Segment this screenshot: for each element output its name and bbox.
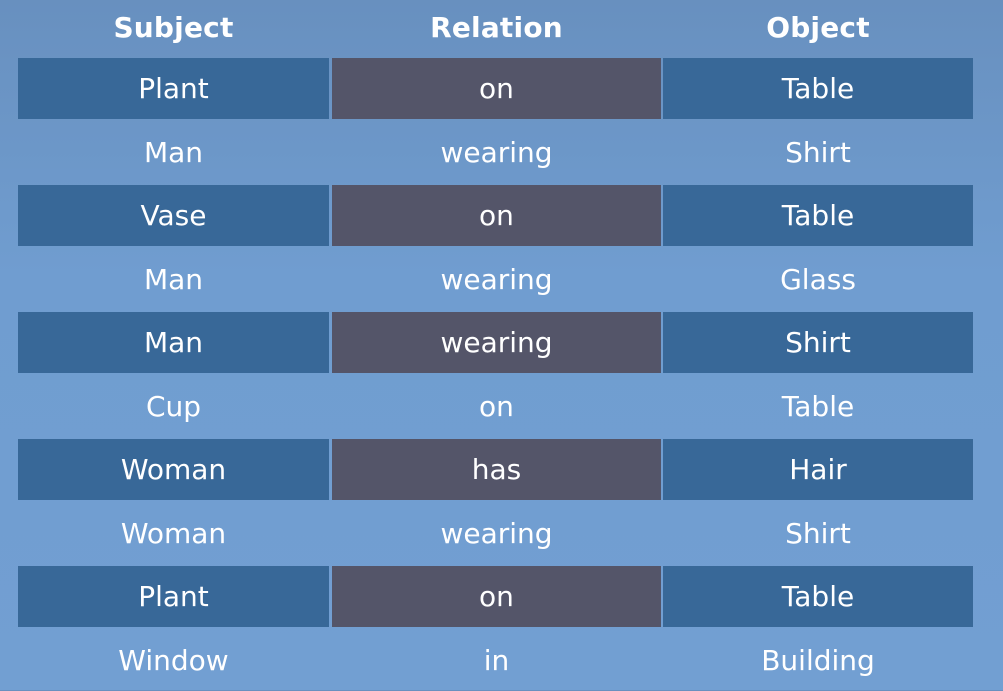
table-header: Subject Relation Object [0,0,1003,56]
object-cell: Table [663,566,973,627]
relation-cell: on [332,185,661,246]
subject-cell: Plant [18,566,329,627]
object-cell: Table [781,389,855,423]
table-row: Cup on Table [0,376,1003,437]
subject-cell: Man [18,312,329,373]
object-cell: Glass [780,262,856,296]
subject-cell: Man [143,262,204,296]
subject-cell: Woman [18,439,329,500]
relation-cell: wearing [440,135,553,169]
relation-cell: on [479,389,514,423]
table-row: Woman wearing Shirt [0,503,1003,564]
object-cell: Table [663,58,973,119]
table-row: Vase on Table [0,185,1003,246]
header-subject: Subject [113,11,234,44]
subject-cell: Woman [120,516,227,550]
object-cell: Shirt [663,312,973,373]
relation-cell: has [332,439,661,500]
table-row: Woman has Hair [0,439,1003,500]
subject-cell: Vase [18,185,329,246]
table-row: Man wearing Shirt [0,312,1003,373]
subject-cell: Cup [145,389,202,423]
header-relation: Relation [430,11,563,44]
relation-cell: on [332,566,661,627]
object-cell: Shirt [785,135,851,169]
object-cell: Building [761,643,875,677]
subject-cell: Window [118,643,229,677]
object-cell: Hair [663,439,973,500]
object-cell: Shirt [785,516,851,550]
table-row: Plant on Table [0,566,1003,627]
object-cell: Table [663,185,973,246]
relation-cell: wearing [440,516,553,550]
table-row: Window in Building [0,630,1003,691]
relation-cell: wearing [332,312,661,373]
relation-cell: in [483,643,510,677]
subject-cell: Man [143,135,204,169]
table-row: Plant on Table [0,58,1003,119]
subject-cell: Plant [18,58,329,119]
table-row: Man wearing Shirt [0,122,1003,183]
table-row: Man wearing Glass [0,249,1003,310]
header-object: Object [766,11,870,44]
relation-cell: wearing [440,262,553,296]
relation-cell: on [332,58,661,119]
